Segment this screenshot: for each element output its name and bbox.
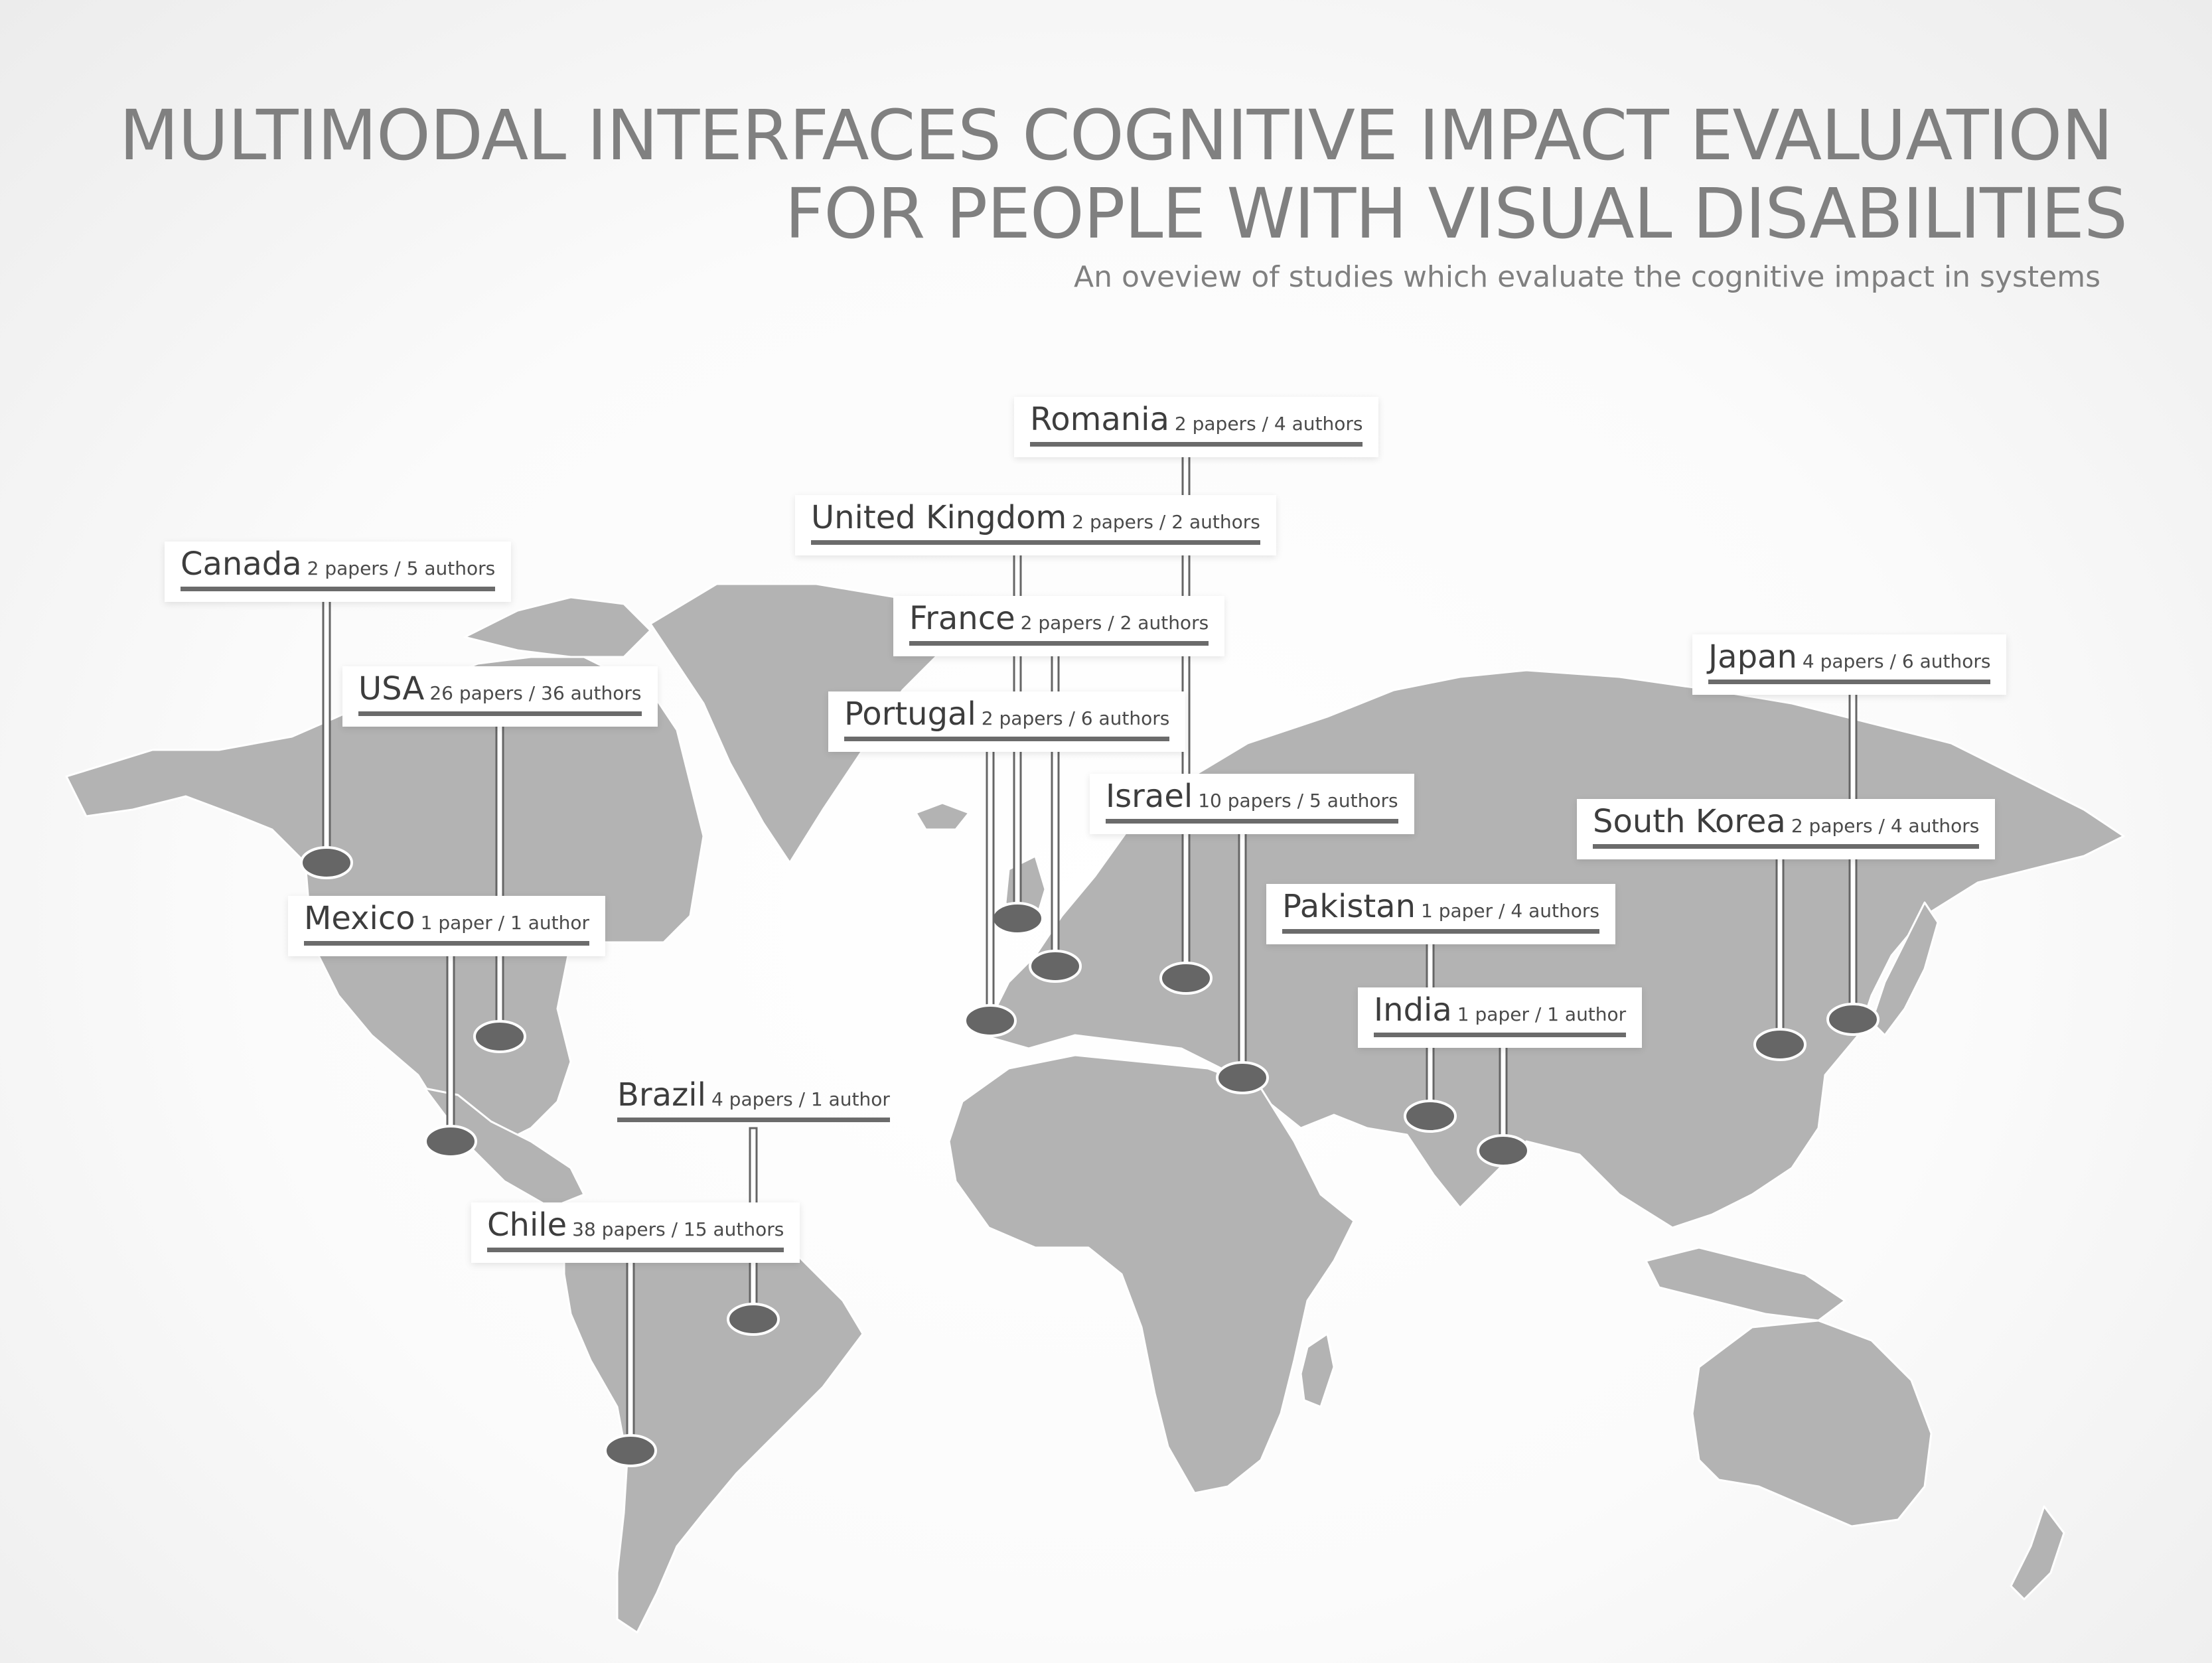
country-name: Brazil — [617, 1076, 706, 1114]
pin-head-chile[interactable] — [604, 1434, 657, 1467]
country-name: United Kingdom — [811, 499, 1067, 536]
pin-head-pakistan[interactable] — [1404, 1100, 1457, 1133]
callout-brazil-text: Brazil 4 papers / 1 author — [617, 1079, 890, 1122]
callout-usa-text: USA 26 papers / 36 authors — [358, 673, 642, 716]
pin-head-portugal[interactable] — [964, 1004, 1017, 1037]
country-stats: 38 papers / 15 authors — [572, 1218, 784, 1240]
country-name: Japan — [1708, 638, 1797, 676]
callout-canada-text: Canada 2 papers / 5 authors — [181, 545, 496, 591]
country-stats: 2 papers / 4 authors — [1174, 413, 1363, 435]
pin-stem-portugal — [986, 742, 995, 1011]
country-stats: 4 papers / 1 author — [711, 1088, 890, 1110]
callout-romania[interactable]: Romania 2 papers / 4 authors — [1014, 397, 1379, 457]
callout-france-text: France 2 papers / 2 authors — [909, 603, 1209, 646]
pin-head-canada[interactable] — [300, 846, 353, 879]
callout-romania-text: Romania 2 papers / 4 authors — [1030, 403, 1363, 447]
callout-israel[interactable]: Israel 10 papers / 5 authors — [1090, 774, 1414, 834]
country-stats: 2 papers / 2 authors — [1020, 612, 1209, 634]
pin-stem-south-korea — [1775, 848, 1785, 1034]
landmass-madagascar — [1299, 1333, 1335, 1408]
callout-portugal-text: Portugal 2 papers / 6 authors — [844, 695, 1170, 741]
landmass-australia — [1691, 1319, 1933, 1528]
pin-head-south-korea[interactable] — [1753, 1028, 1806, 1061]
country-stats: 1 paper / 4 authors — [1421, 900, 1599, 922]
country-name: Portugal — [844, 695, 976, 733]
pin-head-brazil[interactable] — [727, 1303, 780, 1336]
pin-stem-chile — [626, 1253, 635, 1441]
callout-japan-text: Japan 4 papers / 6 authors — [1708, 638, 1991, 684]
country-name: India — [1374, 991, 1452, 1029]
landmass-south-america — [563, 1213, 864, 1634]
country-stats: 2 papers / 6 authors — [981, 707, 1170, 729]
pin-stem-canada — [322, 589, 331, 865]
country-name: Canada — [181, 545, 302, 583]
pin-head-france[interactable] — [1029, 950, 1082, 983]
pin-head-romania[interactable] — [1159, 962, 1213, 995]
country-stats: 1 paper / 1 author — [1457, 1003, 1627, 1025]
callout-mexico-text: Mexico 1 paper / 1 author — [304, 903, 589, 946]
pin-stem-usa — [495, 715, 504, 1027]
callout-japan[interactable]: Japan 4 papers / 6 authors — [1692, 634, 2007, 695]
pin-stem-mexico — [446, 948, 455, 1131]
landmass-new-zealand — [2010, 1505, 2065, 1601]
landmass-iceland — [915, 802, 970, 831]
country-name: Pakistan — [1282, 888, 1416, 925]
callout-united-kingdom[interactable]: United Kingdom 2 papers / 2 authors — [795, 495, 1276, 555]
callout-pakistan[interactable]: Pakistan 1 paper / 4 authors — [1266, 884, 1615, 944]
country-name: USA — [358, 670, 425, 707]
pin-head-united-kingdom[interactable] — [991, 902, 1044, 935]
callout-brazil[interactable]: Brazil 4 papers / 1 author — [601, 1072, 906, 1133]
landmass-southeast-asia-islands — [1645, 1246, 1846, 1322]
callout-canada[interactable]: Canada 2 papers / 5 authors — [165, 542, 512, 602]
country-stats: 26 papers / 36 authors — [429, 682, 642, 704]
pin-head-india[interactable] — [1477, 1134, 1530, 1167]
pin-head-usa[interactable] — [473, 1020, 526, 1053]
country-name: Israel — [1106, 778, 1193, 815]
country-stats: 1 paper / 1 author — [420, 912, 589, 934]
country-name: Chile — [487, 1206, 567, 1244]
callout-india[interactable]: India 1 paper / 1 author — [1358, 987, 1643, 1048]
pin-stem-india — [1499, 1041, 1508, 1140]
pin-head-japan[interactable] — [1826, 1003, 1880, 1036]
callout-usa[interactable]: USA 26 papers / 36 authors — [342, 666, 658, 727]
pin-stem-israel — [1238, 822, 1247, 1078]
callout-mexico[interactable]: Mexico 1 paper / 1 author — [288, 896, 605, 956]
callout-pakistan-text: Pakistan 1 paper / 4 authors — [1282, 891, 1599, 934]
callout-france[interactable]: France 2 papers / 2 authors — [893, 596, 1225, 656]
country-name: France — [909, 600, 1015, 637]
country-stats: 10 papers / 5 authors — [1198, 790, 1398, 812]
country-stats: 2 papers / 4 authors — [1791, 815, 1980, 837]
callout-south-korea-text: South Korea 2 papers / 4 authors — [1593, 803, 1980, 849]
country-name: Mexico — [304, 900, 415, 937]
callout-united-kingdom-text: United Kingdom 2 papers / 2 authors — [811, 502, 1260, 545]
country-name: South Korea — [1593, 803, 1786, 840]
callout-portugal[interactable]: Portugal 2 papers / 6 authors — [828, 691, 1186, 752]
country-stats: 2 papers / 2 authors — [1072, 511, 1260, 533]
pin-head-mexico[interactable] — [424, 1125, 477, 1158]
callout-india-text: India 1 paper / 1 author — [1374, 991, 1627, 1037]
callout-chile-text: Chile 38 papers / 15 authors — [487, 1209, 784, 1252]
country-stats: 2 papers / 5 authors — [307, 557, 496, 579]
callout-south-korea[interactable]: South Korea 2 papers / 4 authors — [1577, 799, 1996, 859]
landmass-arctic-islands — [463, 596, 652, 658]
country-name: Romania — [1030, 401, 1169, 438]
callout-chile[interactable]: Chile 38 papers / 15 authors — [471, 1202, 800, 1263]
pin-head-israel[interactable] — [1216, 1061, 1269, 1094]
country-stats: 4 papers / 6 authors — [1802, 650, 1991, 672]
callout-israel-text: Israel 10 papers / 5 authors — [1106, 780, 1398, 824]
